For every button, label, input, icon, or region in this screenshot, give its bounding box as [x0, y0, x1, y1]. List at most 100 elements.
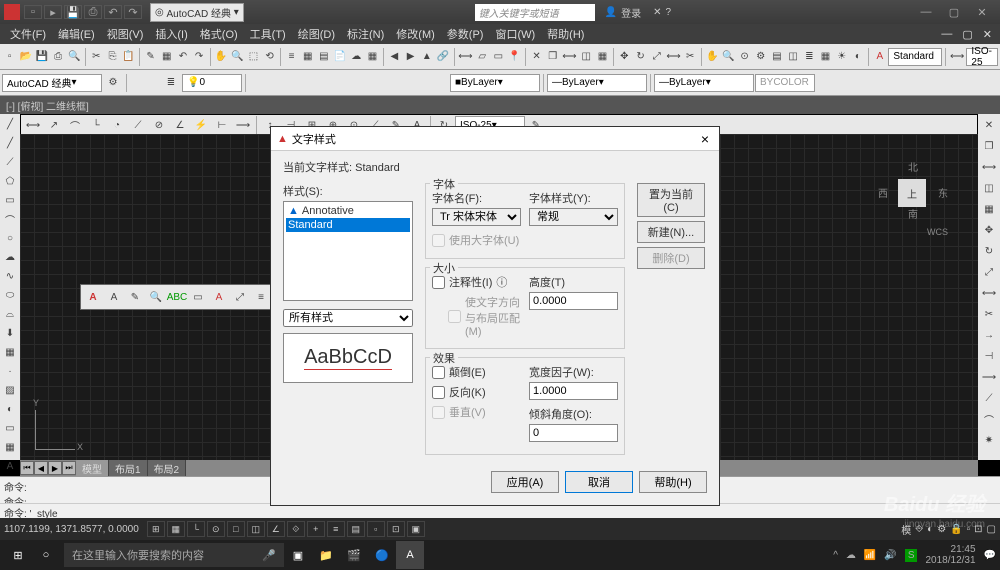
scale-icon[interactable]: ⤢ — [649, 47, 664, 67]
menu-modify[interactable]: 修改(M) — [390, 24, 441, 44]
ellipse-arc-icon[interactable]: ⌓ — [1, 305, 19, 323]
font-style-combo[interactable]: 常规 — [529, 208, 618, 226]
calc-icon[interactable]: ▦ — [365, 47, 380, 67]
spell-icon[interactable]: ABC — [167, 287, 187, 307]
new-icon[interactable]: ▫ — [2, 47, 17, 67]
dim-aligned-icon[interactable]: ↗ — [44, 115, 64, 135]
rotate-icon[interactable]: ↻ — [633, 47, 648, 67]
plotstyle-combo[interactable]: BYCOLOR — [755, 74, 815, 92]
viewcube-top[interactable]: 上 — [898, 179, 926, 207]
task-view-icon[interactable]: ▣ — [284, 541, 312, 569]
nav-prev-icon[interactable]: ◀ — [387, 47, 402, 67]
taskbar-search[interactable]: 在这里输入你要搜索的内容 🎤 — [64, 543, 284, 567]
view-cube[interactable]: 北 西 东 南 上 WCS — [878, 159, 948, 229]
workspace-selector[interactable]: ◎ AutoCAD 经典 ▾ — [150, 3, 244, 22]
offset-icon[interactable]: ◫ — [579, 47, 594, 67]
insert-icon[interactable]: ⬇ — [1, 324, 19, 342]
notification-icon[interactable]: 💬 — [984, 550, 996, 561]
mod-array-icon[interactable]: ▦ — [979, 199, 999, 219]
style-item-annotative[interactable]: ▲ Annotative — [286, 204, 410, 218]
dialog-titlebar[interactable]: ▲ 文字样式 × — [271, 127, 719, 151]
app-edge-icon[interactable]: 📁 — [312, 541, 340, 569]
revcloud-icon[interactable]: ☁ — [1, 248, 19, 266]
mod-mirror-icon[interactable]: ⟷ — [979, 157, 999, 177]
orbit-icon[interactable]: ⊙ — [737, 47, 752, 67]
open-icon[interactable]: 📂 — [18, 47, 33, 67]
clean-icon[interactable]: ▢ — [987, 524, 996, 535]
mod-join-icon[interactable]: ⟶ — [979, 367, 999, 387]
markup-icon[interactable]: ☁ — [349, 47, 364, 67]
color-combo[interactable]: ■ ByLayer ▾ — [450, 74, 540, 92]
menu-file[interactable]: 文件(F) — [4, 24, 52, 44]
oblique-input[interactable] — [529, 424, 618, 442]
dtext-icon[interactable]: A — [104, 287, 124, 307]
zoom-win-icon[interactable]: ⬚ — [246, 47, 261, 67]
sun-icon[interactable]: ◐ — [850, 47, 865, 67]
dim-quick-icon[interactable]: ⚡ — [191, 115, 211, 135]
move-icon[interactable]: ✥ — [617, 47, 632, 67]
save-icon[interactable]: 💾 — [34, 47, 49, 67]
dim-baseline-icon[interactable]: ⊢ — [212, 115, 232, 135]
hardware-icon[interactable]: ▫ — [967, 524, 971, 535]
array-icon[interactable]: ▦ — [595, 47, 610, 67]
rect-icon[interactable]: ▭ — [1, 191, 19, 209]
match-icon[interactable]: ✎ — [143, 47, 158, 67]
id-icon[interactable]: 📍 — [507, 47, 522, 67]
wcs-label[interactable]: WCS — [927, 227, 948, 237]
menu-window[interactable]: 窗口(W) — [489, 24, 541, 44]
hatch-icon[interactable]: ▨ — [1, 381, 19, 399]
dim-radius-icon[interactable]: ◔ — [107, 115, 127, 135]
new-style-button[interactable]: 新建(N)... — [637, 221, 705, 243]
qat-open-icon[interactable]: ▸ — [44, 5, 62, 19]
tpy-toggle[interactable]: ▤ — [347, 521, 365, 537]
zoom2-icon[interactable]: 🔍 — [721, 47, 736, 67]
dim-angular-icon[interactable]: ∠ — [170, 115, 190, 135]
clock-time[interactable]: 21:45 — [925, 544, 975, 555]
sc-toggle[interactable]: ⊡ — [387, 521, 405, 537]
polar-toggle[interactable]: ⊙ — [207, 521, 225, 537]
find-icon[interactable]: 🔍 — [146, 287, 166, 307]
link-icon[interactable]: 🔗 — [435, 47, 450, 67]
doc-maximize-button[interactable]: ▢ — [958, 28, 976, 41]
line-icon[interactable]: ╱ — [1, 115, 19, 133]
menu-tools[interactable]: 工具(T) — [244, 24, 292, 44]
am-toggle[interactable]: ▣ — [407, 521, 425, 537]
close-button[interactable]: ✕ — [968, 3, 996, 21]
tab-layout1[interactable]: 布局1 — [109, 460, 148, 476]
pan-icon[interactable]: ✋ — [213, 47, 228, 67]
menu-parametric[interactable]: 参数(P) — [441, 24, 490, 44]
justify-icon[interactable]: ≡ — [251, 287, 271, 307]
dialog-close-button[interactable]: × — [697, 131, 713, 147]
menu-edit[interactable]: 编辑(E) — [52, 24, 101, 44]
pan2-icon[interactable]: ✋ — [705, 47, 720, 67]
stretch-icon[interactable]: ⟷ — [665, 47, 681, 67]
search-input[interactable]: 键入关键字或短语 — [475, 4, 595, 21]
polygon-icon[interactable]: ⬠ — [1, 172, 19, 190]
font-name-combo[interactable]: Tr 宋体宋体 — [432, 208, 521, 226]
ducs-toggle[interactable]: ⟐ — [287, 521, 305, 537]
view-icon[interactable]: ▦ — [818, 47, 833, 67]
backwards-checkbox[interactable] — [432, 386, 445, 399]
tab-last-icon[interactable]: ⏭ — [62, 461, 76, 475]
tab-first-icon[interactable]: ⏮ — [20, 461, 34, 475]
dyn-toggle[interactable]: + — [307, 521, 325, 537]
scale-text-icon[interactable]: ⤢ — [230, 287, 250, 307]
mod-move-icon[interactable]: ✥ — [979, 220, 999, 240]
help-icon[interactable]: ? — [666, 7, 672, 18]
style-icon[interactable]: A — [209, 287, 229, 307]
isolate-icon[interactable]: ⊡ — [974, 524, 982, 535]
menu-format[interactable]: 格式(O) — [194, 24, 244, 44]
mod-extend-icon[interactable]: → — [979, 325, 999, 345]
mod-trim-icon[interactable]: ✂ — [979, 304, 999, 324]
layer-combo[interactable]: 💡 0 — [182, 74, 242, 92]
app-video-icon[interactable]: 🎬 — [340, 541, 368, 569]
text-edit-icon[interactable]: ✎ — [125, 287, 145, 307]
snap-toggle[interactable]: ⊞ — [147, 521, 165, 537]
block-make-icon[interactable]: ▦ — [1, 343, 19, 361]
region2-icon[interactable]: ▭ — [1, 419, 19, 437]
mod-stretch-icon[interactable]: ⟷ — [979, 283, 999, 303]
tray-cloud-icon[interactable]: ☁ — [846, 550, 856, 561]
arc-icon[interactable]: ⌒ — [1, 210, 19, 228]
prop-icon[interactable]: ≡ — [284, 47, 299, 67]
mod-chamfer-icon[interactable]: ⟋ — [979, 388, 999, 408]
